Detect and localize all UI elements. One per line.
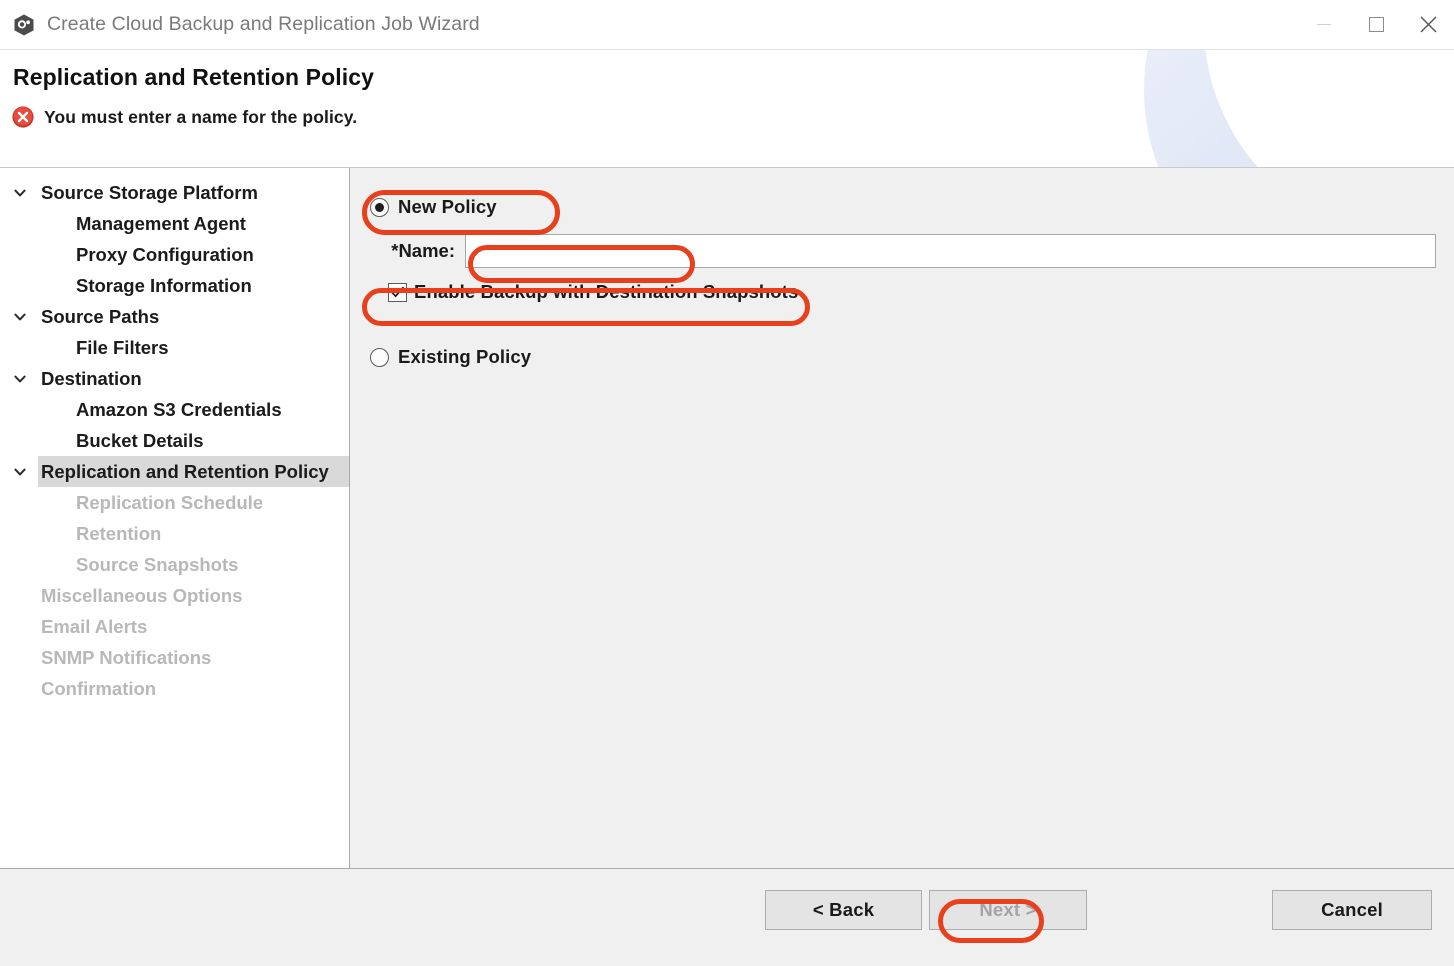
new-policy-radio-row[interactable]: New Policy <box>370 190 1436 224</box>
sidebar-item-proxy-configuration[interactable]: Proxy Configuration <box>0 239 349 270</box>
sidebar-item-amazon-s3-credentials[interactable]: Amazon S3 Credentials <box>0 394 349 425</box>
page-title: Replication and Retention Policy <box>13 64 375 90</box>
sidebar-item-label: Confirmation <box>41 677 157 699</box>
sidebar-item-label: SNMP Notifications <box>41 646 212 668</box>
minimize-icon[interactable] <box>1298 0 1350 49</box>
sidebar-item-label: Bucket Details <box>76 429 204 451</box>
sidebar-item-label: Source Storage Platform <box>41 181 258 203</box>
chevron-down-icon[interactable] <box>13 310 27 324</box>
maximize-icon[interactable] <box>1350 0 1402 49</box>
sidebar-item-email-alerts: Email Alerts <box>0 611 349 642</box>
policy-name-input[interactable] <box>465 234 1436 268</box>
cloud-backup-app-icon <box>11 12 37 38</box>
sidebar-item-retention: Retention <box>0 518 349 549</box>
sidebar-item-label: Source Snapshots <box>76 553 239 575</box>
sidebar-item-source-paths[interactable]: Source Paths <box>0 301 349 332</box>
sidebar-item-management-agent[interactable]: Management Agent <box>0 208 349 239</box>
new-policy-label: New Policy <box>398 196 497 217</box>
sidebar-item-snmp-notifications: SNMP Notifications <box>0 642 349 673</box>
policy-name-label: *Name: <box>391 240 455 261</box>
next-button[interactable]: Next > <box>929 890 1087 930</box>
header-decoration <box>1144 50 1454 167</box>
sidebar-item-confirmation: Confirmation <box>0 673 349 704</box>
back-button[interactable]: < Back <box>765 890 922 930</box>
validation-message: You must enter a name for the policy. <box>11 105 357 129</box>
sidebar-item-label: Miscellaneous Options <box>41 584 243 606</box>
window-title: Create Cloud Backup and Replication Job … <box>47 13 480 35</box>
enable-backup-label: Enable Backup with Destination Snapshots <box>414 281 799 302</box>
sidebar-item-label: Proxy Configuration <box>76 243 254 265</box>
sidebar-item-source-snapshots: Source Snapshots <box>0 549 349 580</box>
body-area: Source Storage Platform Management Agent P… <box>0 168 1454 869</box>
close-icon[interactable] <box>1402 0 1454 49</box>
page-header: Replication and Retention Policy You mus… <box>0 50 1454 168</box>
sidebar-item-label: File Filters <box>76 336 169 358</box>
sidebar-item-label: Storage Information <box>76 274 252 296</box>
window-controls <box>1298 0 1454 49</box>
sidebar-item-source-storage-platform[interactable]: Source Storage Platform <box>0 177 349 208</box>
cancel-button[interactable]: Cancel <box>1272 890 1432 930</box>
sidebar-item-replication-schedule: Replication Schedule <box>0 487 349 518</box>
sidebar-item-label: Replication and Retention Policy <box>41 460 329 482</box>
existing-policy-label: Existing Policy <box>398 346 532 367</box>
sidebar-item-label: Replication Schedule <box>76 491 264 513</box>
sidebar-item-bucket-details[interactable]: Bucket Details <box>0 425 349 456</box>
chevron-down-icon[interactable] <box>13 186 27 200</box>
wizard-step-navigation[interactable]: Source Storage Platform Management Agent P… <box>0 168 350 869</box>
sidebar-item-storage-information[interactable]: Storage Information <box>0 270 349 301</box>
new-policy-radio[interactable] <box>370 197 389 217</box>
sidebar-item-label: Amazon S3 Credentials <box>76 398 282 420</box>
existing-policy-radio-row[interactable]: Existing Policy <box>370 340 1436 374</box>
sidebar-item-label: Email Alerts <box>41 615 148 637</box>
sidebar-item-file-filters[interactable]: File Filters <box>0 332 349 363</box>
wizard-window: Create Cloud Backup and Replication Job … <box>0 0 1454 966</box>
chevron-down-icon[interactable] <box>13 372 27 386</box>
sidebar-item-replication-and-retention-policy[interactable]: Replication and Retention Policy <box>0 456 349 487</box>
error-icon <box>11 105 35 129</box>
sidebar-item-miscellaneous-options: Miscellaneous Options <box>0 580 349 611</box>
policy-name-row: *Name: <box>370 234 1436 268</box>
wizard-footer: < Back Next > Cancel <box>0 869 1454 966</box>
enable-backup-checkbox[interactable] <box>388 282 407 302</box>
sidebar-item-destination[interactable]: Destination <box>0 363 349 394</box>
existing-policy-radio[interactable] <box>370 347 389 367</box>
enable-backup-row[interactable]: Enable Backup with Destination Snapshots <box>370 277 1436 307</box>
sidebar-item-label: Retention <box>76 522 162 544</box>
title-bar: Create Cloud Backup and Replication Job … <box>0 0 1454 50</box>
header-decoration-highlight <box>1204 50 1454 167</box>
policy-form-panel: New Policy *Name: Enable Backup with Des… <box>350 168 1454 869</box>
chevron-down-icon[interactable] <box>13 465 27 479</box>
validation-message-text: You must enter a name for the policy. <box>44 106 358 127</box>
sidebar-item-label: Management Agent <box>76 212 246 234</box>
